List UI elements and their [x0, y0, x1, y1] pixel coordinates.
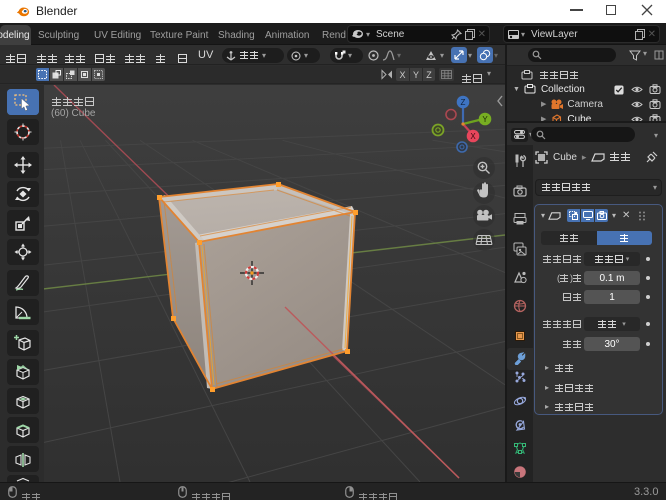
svg-text:X: X [470, 132, 476, 141]
svg-text:Z: Z [461, 98, 466, 107]
svg-text:Y: Y [482, 115, 488, 124]
